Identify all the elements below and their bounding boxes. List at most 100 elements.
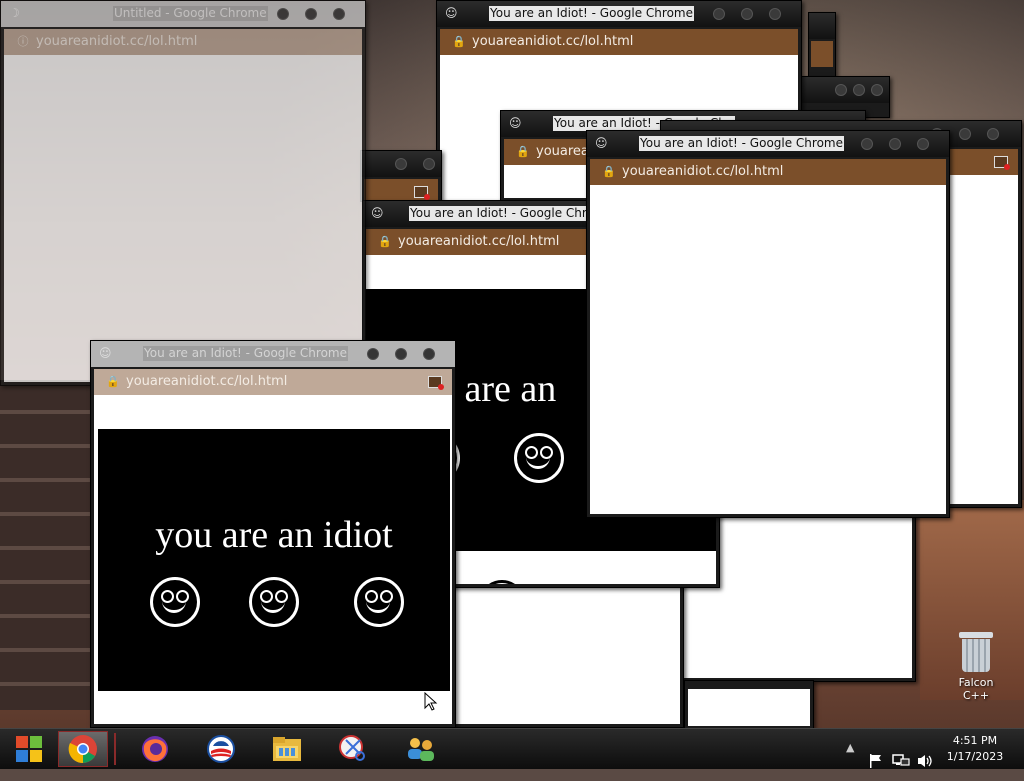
idiot-panel: you are an idiot bbox=[98, 429, 450, 691]
recycle-bin-icon bbox=[959, 632, 993, 672]
info-icon: ⓘ bbox=[17, 35, 29, 48]
maximize-button[interactable] bbox=[395, 348, 407, 360]
smiley-icon: ☺ bbox=[445, 6, 458, 20]
smiley-icon: ☺ bbox=[509, 116, 522, 130]
maximize-button[interactable] bbox=[395, 158, 407, 170]
close-button[interactable] bbox=[987, 128, 999, 140]
desktop-icon-falcon[interactable]: Falcon C++ bbox=[944, 632, 1008, 702]
network-icon[interactable] bbox=[892, 741, 910, 781]
desktop-icon-label: Falcon C++ bbox=[958, 676, 994, 702]
minimize-button[interactable] bbox=[713, 8, 725, 20]
address-bar[interactable] bbox=[811, 41, 833, 67]
taskbar-obama[interactable] bbox=[196, 731, 246, 767]
window-titlebar[interactable]: ☺ You are an Idiot! - Google Chrome bbox=[91, 341, 455, 367]
minimize-button[interactable] bbox=[835, 84, 847, 96]
page-content bbox=[688, 689, 810, 726]
smiley-icon: ☺ bbox=[595, 136, 608, 150]
window-titlebar[interactable] bbox=[361, 151, 441, 177]
lock-icon: 🔒 bbox=[106, 375, 120, 388]
window-titlebar[interactable] bbox=[801, 77, 889, 103]
url-text: youareanidiot.cc/lol.html bbox=[36, 34, 198, 49]
taskbar-chrome[interactable] bbox=[58, 731, 108, 767]
page-content: you are an idiot bbox=[94, 395, 452, 724]
firefox-icon bbox=[142, 736, 168, 762]
popup-blocked-icon[interactable] bbox=[428, 376, 444, 390]
window-titlebar[interactable]: ☺ You are an Idiot! - Google Chrome bbox=[437, 1, 801, 27]
url-text: youareanidiot.cc/lol.html bbox=[622, 164, 784, 179]
maximize-button[interactable] bbox=[305, 8, 317, 20]
popup-blocked-icon[interactable] bbox=[414, 186, 430, 200]
browser-window-stack[interactable] bbox=[808, 12, 836, 78]
window-title: You are an Idiot! - Google Chrome bbox=[489, 6, 694, 21]
popup-blocked-icon[interactable] bbox=[994, 156, 1010, 170]
action-center-flag-icon[interactable] bbox=[868, 741, 884, 781]
users-icon bbox=[408, 738, 434, 761]
moon-icon: ☽ bbox=[9, 6, 20, 20]
taskbar-snipping[interactable] bbox=[328, 731, 378, 767]
show-hidden-icons-button[interactable]: ▲ bbox=[846, 741, 854, 781]
browser-window[interactable]: ☺ You are an Idiot! - Google Chrome 🔒 you… bbox=[586, 130, 950, 518]
page-content bbox=[454, 564, 680, 724]
address-bar[interactable]: 🔒 youareanidiot.cc/lol.html bbox=[94, 369, 452, 395]
clock-date: 1/17/2023 bbox=[946, 750, 1004, 763]
volume-icon[interactable] bbox=[916, 741, 934, 781]
page-content bbox=[4, 55, 362, 382]
lock-icon: 🔒 bbox=[602, 165, 616, 178]
mouse-cursor-icon bbox=[424, 692, 438, 711]
start-orb-icon bbox=[16, 736, 42, 762]
minimize-button[interactable] bbox=[277, 8, 289, 20]
url-text: youareanidiot.cc/lol.html bbox=[126, 374, 288, 389]
close-button[interactable] bbox=[871, 84, 883, 96]
window-title: You are an Idiot! - Google Chrome bbox=[639, 136, 844, 151]
maximize-button[interactable] bbox=[741, 8, 753, 20]
page-content bbox=[590, 185, 946, 514]
system-clock[interactable]: 4:51 PM 1/17/2023 bbox=[940, 733, 1010, 765]
taskbar-firefox[interactable] bbox=[130, 731, 180, 767]
window-titlebar[interactable]: ☽ Untitled - Google Chrome bbox=[1, 1, 365, 27]
chrome-icon bbox=[68, 735, 97, 764]
idiot-heading: you are an idiot bbox=[155, 514, 393, 556]
smiley-face-icon bbox=[479, 580, 525, 584]
maximize-button[interactable] bbox=[889, 138, 901, 150]
window-title: Untitled - Google Chrome bbox=[113, 6, 268, 21]
obama-logo-icon bbox=[207, 735, 235, 763]
wallpaper-bookshelf bbox=[0, 380, 90, 710]
close-button[interactable] bbox=[333, 8, 345, 20]
file-explorer-icon bbox=[273, 737, 301, 761]
maximize-button[interactable] bbox=[853, 84, 865, 96]
close-button[interactable] bbox=[769, 8, 781, 20]
clock-time: 4:51 PM bbox=[952, 734, 998, 747]
snipping-tool-icon bbox=[339, 735, 365, 761]
window-titlebar[interactable] bbox=[809, 13, 835, 39]
window-title: You are an Idiot! - Google Chrom bbox=[409, 206, 607, 221]
minimize-button[interactable] bbox=[861, 138, 873, 150]
window-title: You are an Idiot! - Google Chrome bbox=[143, 346, 348, 361]
window-titlebar[interactable]: ☺ You are an Idiot! - Google Chrome bbox=[587, 131, 949, 157]
browser-window-idiot[interactable]: ☺ You are an Idiot! - Google Chrome 🔒 you… bbox=[90, 340, 456, 728]
lock-icon: 🔒 bbox=[378, 235, 392, 248]
smiley-icon: ☺ bbox=[99, 346, 112, 360]
taskbar-explorer[interactable] bbox=[262, 731, 312, 767]
browser-window-back[interactable] bbox=[684, 680, 814, 728]
close-button[interactable] bbox=[917, 138, 929, 150]
url-text: youareanidiot.cc/lol.html bbox=[472, 34, 634, 49]
lock-icon: 🔒 bbox=[452, 35, 466, 48]
taskbar-users[interactable] bbox=[396, 731, 446, 767]
taskbar: ▲ 4:51 PM 1/17/2023 bbox=[0, 728, 1024, 769]
desktop: ☺ You are an Idiot! - Google Chrome 🔒 you… bbox=[0, 0, 1024, 728]
browser-window-stack[interactable] bbox=[360, 150, 442, 205]
smiley-face-icon bbox=[514, 433, 564, 483]
address-bar[interactable]: ⓘ youareanidiot.cc/lol.html bbox=[4, 29, 362, 55]
smiley-icon: ☺ bbox=[371, 206, 384, 220]
smiley-face-icon bbox=[249, 577, 299, 627]
start-button[interactable] bbox=[4, 731, 54, 767]
browser-window-untitled[interactable]: ☽ Untitled - Google Chrome ⓘ youareanidio… bbox=[0, 0, 366, 386]
address-bar[interactable]: 🔒 youareanidiot.cc/lol.html bbox=[590, 159, 946, 185]
close-button[interactable] bbox=[423, 348, 435, 360]
minimize-button[interactable] bbox=[367, 348, 379, 360]
address-bar[interactable]: 🔒 youareanidiot.cc/lol.html bbox=[440, 29, 798, 55]
maximize-button[interactable] bbox=[959, 128, 971, 140]
close-button[interactable] bbox=[423, 158, 435, 170]
smiley-face-icon bbox=[150, 577, 200, 627]
smiley-face-icon bbox=[354, 577, 404, 627]
